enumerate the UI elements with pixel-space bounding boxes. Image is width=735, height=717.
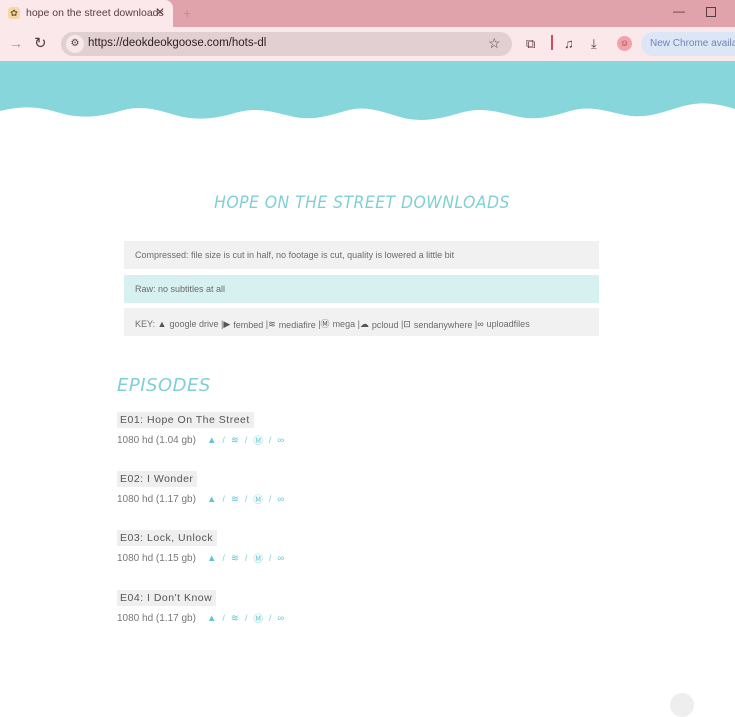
episode-item: E04: I Don't Know 1080 hd (1.17 gb) ▲ / ≋… — [117, 590, 417, 626]
extensions-icon[interactable]: ⧉ — [526, 36, 535, 52]
uploadfiles-icon[interactable]: ∞ — [277, 435, 284, 446]
key-item-label: mediafire — [278, 319, 316, 330]
update-chrome-label: New Chrome available — [650, 38, 735, 49]
mega-icon[interactable]: Ⓜ — [253, 551, 263, 565]
google-drive-icon[interactable]: ▲ — [207, 494, 216, 505]
episode-item: E02: I Wonder 1080 hd (1.17 gb) ▲ / ≋ / Ⓜ /… — [117, 471, 417, 507]
pcloud-icon: ☁ — [359, 319, 369, 329]
key-item-label: mega — [332, 318, 356, 329]
site-info-icon[interactable]: ⚙ — [66, 35, 84, 53]
raw-note-box: Raw: no subtitles at all — [124, 275, 599, 303]
mega-icon: Ⓜ — [320, 319, 330, 329]
google-drive-icon: ▲ — [157, 319, 167, 329]
sendanywhere-icon: ⊡ — [403, 319, 411, 329]
key-item-mega: Ⓜmega — [321, 317, 356, 330]
forward-button[interactable]: → — [9, 35, 23, 51]
tab-strip: ✿ hope on the street downloads ✕ + — — [0, 0, 735, 27]
reload-button[interactable]: ↻ — [34, 34, 47, 52]
key-item-google-drive: ▲ google drive — [158, 319, 219, 329]
google-drive-icon[interactable]: ▲ — [207, 613, 216, 624]
mediafire-icon: ≋ — [268, 319, 276, 329]
bookmark-star-icon[interactable]: ☆ — [488, 35, 501, 52]
profile-avatar[interactable]: ☺ — [617, 36, 632, 51]
key-item-label: fembed — [233, 319, 264, 330]
key-label: KEY: — [135, 319, 156, 329]
episode-title: E01: Hope On The Street — [117, 412, 254, 428]
key-item-uploadfiles: ∞ uploadfiles — [477, 319, 529, 329]
episode-title: E04: I Don't Know — [117, 590, 217, 606]
key-item-mediafire: ≋ mediafire — [268, 319, 316, 330]
key-item-label: sendanywhere — [413, 319, 473, 330]
minimize-window-button[interactable]: — — [673, 4, 685, 18]
uploadfiles-icon: ∞ — [477, 319, 484, 329]
compressed-note: Compressed: file size is cut in half, no… — [135, 250, 455, 260]
close-tab-icon[interactable]: ✕ — [155, 5, 165, 19]
raw-note: Raw: no subtitles at all — [135, 284, 226, 294]
mega-icon[interactable]: Ⓜ — [253, 492, 263, 506]
mega-icon[interactable]: Ⓜ — [253, 611, 263, 625]
episode-quality: 1080 hd (1.17 gb) — [117, 612, 196, 624]
mediafire-icon[interactable]: ≋ — [231, 553, 239, 564]
episode-item: E01: Hope On The Street 1080 hd (1.04 gb… — [117, 412, 417, 448]
update-chrome-button[interactable]: New Chrome available — [641, 32, 735, 56]
episode-quality: 1080 hd (1.15 gb) — [117, 552, 196, 564]
key-legend-box: KEY: ▲ google drive | ▶ fembed | ≋ mediafir… — [124, 308, 599, 336]
downloads-icon[interactable]: ⤓ — [591, 36, 597, 52]
episode-title: E02: I Wonder — [117, 471, 198, 487]
header-wave-banner — [0, 61, 735, 120]
media-controls-icon[interactable]: ♫ — [564, 36, 574, 51]
episode-item: E03: Lock, Unlock 1080 hd (1.15 gb) ▲ / ≋… — [117, 530, 417, 566]
key-legend: KEY: ▲ google drive | ▶ fembed | ≋ mediafir… — [135, 317, 530, 330]
maximize-window-button[interactable] — [706, 7, 716, 17]
episode-quality: 1080 hd (1.04 gb) — [117, 434, 196, 446]
key-item-label: google drive — [169, 319, 219, 329]
fembed-icon: ▶ — [223, 319, 231, 329]
mediafire-icon[interactable]: ≋ — [231, 494, 239, 505]
episode-title: E03: Lock, Unlock — [117, 530, 218, 546]
mediafire-icon[interactable]: ≋ — [231, 435, 239, 446]
episode-links: 1080 hd (1.17 gb) ▲ / ≋ / Ⓜ / ∞ — [117, 611, 285, 626]
scroll-to-top-button[interactable] — [670, 693, 694, 717]
toolbar-divider — [551, 35, 553, 50]
mega-icon[interactable]: Ⓜ — [253, 433, 263, 447]
key-item-sendanywhere: ⊡ sendanywhere — [403, 319, 472, 330]
tab-title: hope on the street downloads — [26, 7, 164, 19]
address-bar[interactable]: ⚙ https://deokdeokgoose.com/hots-dl ☆ — [61, 32, 512, 56]
episode-links: 1080 hd (1.17 gb) ▲ / ≋ / Ⓜ / ∞ — [117, 492, 285, 507]
episodes-heading: EPISODES — [117, 375, 211, 396]
google-drive-icon[interactable]: ▲ — [207, 553, 216, 564]
mediafire-icon[interactable]: ≋ — [231, 613, 239, 624]
key-item-fembed: ▶ fembed — [223, 319, 263, 330]
key-item-label: pcloud — [371, 319, 399, 330]
key-item-label: uploadfiles — [486, 319, 530, 329]
compressed-note-box: Compressed: file size is cut in half, no… — [124, 241, 599, 269]
browser-toolbar: → ↻ ⚙ https://deokdeokgoose.com/hots-dl … — [0, 27, 735, 61]
episode-links: 1080 hd (1.04 gb) ▲ / ≋ / Ⓜ / ∞ — [117, 433, 285, 448]
key-item-pcloud: ☁ pcloud — [360, 319, 399, 330]
episode-quality: 1080 hd (1.17 gb) — [117, 493, 196, 505]
uploadfiles-icon[interactable]: ∞ — [277, 494, 284, 505]
site-favicon-icon: ✿ — [8, 7, 20, 19]
active-tab[interactable]: ✿ hope on the street downloads ✕ — [0, 0, 173, 27]
google-drive-icon[interactable]: ▲ — [207, 435, 216, 446]
episode-links: 1080 hd (1.15 gb) ▲ / ≋ / Ⓜ / ∞ — [117, 551, 285, 566]
url-text[interactable]: https://deokdeokgoose.com/hots-dl — [88, 37, 266, 49]
new-tab-button[interactable]: + — [179, 5, 195, 21]
uploadfiles-icon[interactable]: ∞ — [277, 553, 284, 564]
uploadfiles-icon[interactable]: ∞ — [277, 613, 284, 624]
page-title: HOPE ON THE STREET DOWNLOADS — [214, 193, 510, 213]
